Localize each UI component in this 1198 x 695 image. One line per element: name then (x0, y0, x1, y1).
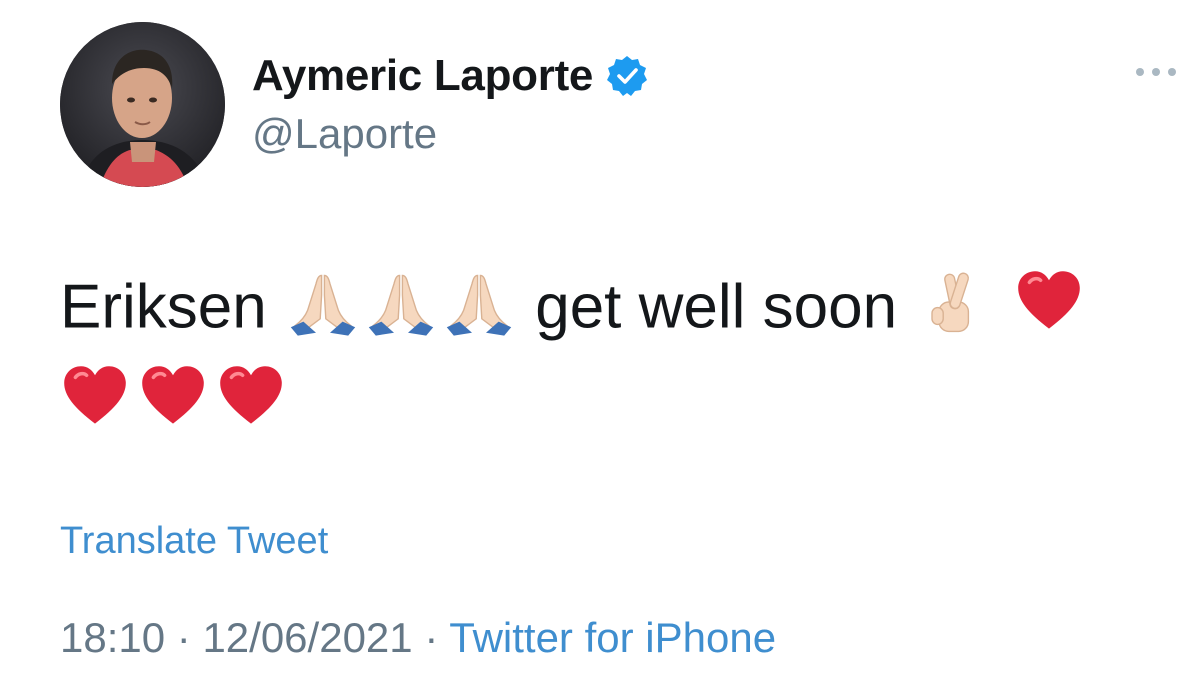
red-heart-icon (216, 362, 286, 432)
display-name[interactable]: Aymeric Laporte (252, 51, 593, 101)
tweet-text: Eriksen get well soon (60, 258, 1140, 446)
verified-badge-icon (607, 56, 648, 96)
folded-hands-icon (444, 267, 514, 337)
author-name-row[interactable]: Aymeric Laporte (252, 48, 649, 104)
tweet-card: Aymeric Laporte @Laporte Eriksen get wel… (0, 0, 1198, 695)
meta-separator: · (412, 614, 450, 661)
translate-tweet-link[interactable]: Translate Tweet (60, 520, 328, 563)
tweet-text-message: get well soon (535, 272, 898, 342)
more-horizontal-icon[interactable] (1132, 60, 1180, 84)
red-heart-icon (1014, 267, 1084, 337)
folded-hands-icon (366, 267, 436, 337)
tweet-text-name: Eriksen (60, 272, 267, 342)
tweet-meta: 18:10 · 12/06/2021 · Twitter for iPhone (60, 614, 776, 662)
red-heart-icon (138, 362, 208, 432)
tweet-source-link[interactable]: Twitter for iPhone (449, 614, 776, 661)
red-heart-icon (60, 362, 130, 432)
crossed-fingers-icon (918, 267, 988, 337)
handle[interactable]: @Laporte (252, 110, 437, 158)
meta-separator: · (165, 614, 203, 661)
folded-hands-icon (288, 267, 358, 337)
tweet-date: 12/06/2021 (202, 614, 413, 661)
avatar[interactable] (60, 22, 225, 187)
tweet-time: 18:10 (60, 614, 166, 661)
